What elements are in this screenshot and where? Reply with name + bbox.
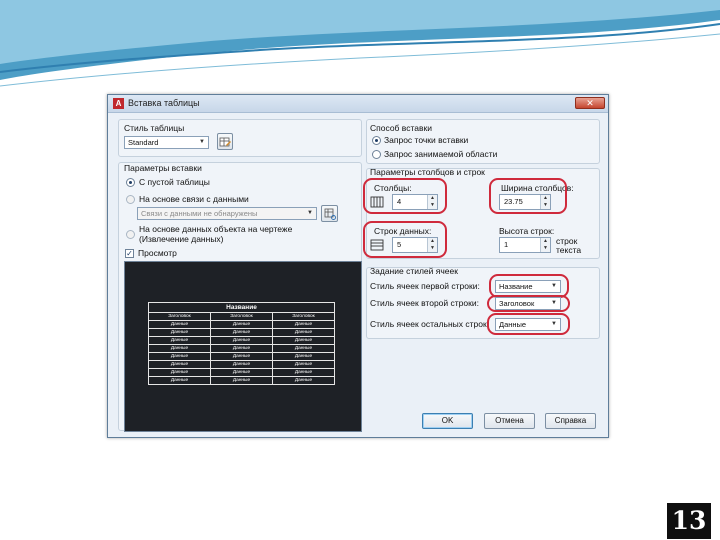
preview-data-cell: Данные	[272, 344, 335, 353]
row-height-value: 1	[504, 240, 509, 249]
data-rows-label: Строк данных:	[374, 226, 432, 236]
chevron-down-icon: ▼	[551, 321, 557, 327]
data-link-icon	[324, 208, 336, 220]
preview-label: Просмотр	[138, 248, 177, 258]
data-link-radio[interactable]	[126, 195, 135, 204]
data-link-placeholder: Связи с данными не обнаружены	[141, 209, 258, 218]
preview-data-cell: Данные	[272, 376, 335, 385]
preview-data-cell: Данные	[272, 328, 335, 337]
preview-data-cell: Данные	[210, 360, 273, 369]
other-rows-style-label: Стиль ячеек остальных строк:	[370, 319, 490, 329]
page-number: 13	[667, 503, 711, 539]
rows-icon	[370, 239, 384, 251]
chevron-down-icon: ▼	[199, 139, 205, 145]
preview-data-cell: Данные	[148, 360, 211, 369]
second-row-style-label: Стиль ячеек второй строки:	[370, 298, 479, 308]
preview-data-cell: Данные	[210, 376, 273, 385]
preview-data-cell: Данные	[210, 344, 273, 353]
spinner-arrows-icon[interactable]: ▲ ▼	[427, 195, 437, 209]
ok-button[interactable]: OK	[422, 413, 473, 429]
other-rows-style-select[interactable]: Данные ▼	[495, 318, 561, 331]
column-width-spinner[interactable]: 23.75 ▲ ▼	[499, 194, 551, 210]
help-button[interactable]: Справка	[545, 413, 596, 429]
preview-data-cell: Данные	[148, 336, 211, 345]
table-preview: Название Заголовок Заголовок Заголовок Д…	[124, 261, 362, 432]
object-data-label: На основе данных объекта на чертеже (Изв…	[139, 224, 293, 244]
chevron-down-icon: ▼	[307, 210, 313, 216]
preview-table: Название Заголовок Заголовок Заголовок Д…	[148, 302, 335, 385]
preview-data-cell: Данные	[148, 320, 211, 329]
data-link-select[interactable]: Связи с данными не обнаружены ▼	[137, 207, 317, 220]
autocad-app-icon: A	[113, 98, 124, 109]
preview-data-cell: Данные	[148, 328, 211, 337]
dialog-title: Вставка таблицы	[128, 98, 200, 108]
preview-data-cell: Данные	[210, 320, 273, 329]
table-style-select[interactable]: Standard ▼	[124, 136, 209, 149]
preview-table-title: Название	[148, 302, 335, 313]
first-row-style-value: Название	[499, 282, 533, 291]
insertion-point-label: Запрос точки вставки	[384, 135, 469, 145]
first-row-style-label: Стиль ячеек первой строки:	[370, 281, 480, 291]
preview-data-cell: Данные	[272, 368, 335, 377]
column-width-value: 23.75	[504, 197, 523, 206]
preview-data-cell: Данные	[210, 352, 273, 361]
preview-data-cell: Данные	[210, 368, 273, 377]
table-style-label: Стиль таблицы	[124, 123, 185, 133]
table-style-dialog-button[interactable]	[217, 133, 233, 150]
insertion-point-radio[interactable]	[372, 136, 381, 145]
preview-data-cell: Данные	[272, 336, 335, 345]
other-rows-style-value: Данные	[499, 320, 527, 329]
insert-method-label: Способ вставки	[370, 123, 432, 133]
chevron-down-icon: ▼	[551, 300, 557, 306]
preview-data-cell: Данные	[272, 360, 335, 369]
row-height-unit: строк текста	[556, 236, 582, 255]
preview-header-cell: Заголовок	[148, 312, 211, 321]
chevron-down-icon: ▼	[551, 283, 557, 289]
columns-value: 4	[397, 197, 402, 206]
cancel-button[interactable]: Отмена	[484, 413, 535, 429]
empty-table-label: С пустой таблицы	[139, 177, 210, 187]
preview-data-cell: Данные	[148, 368, 211, 377]
window-label: Запрос занимаемой области	[384, 149, 498, 159]
window-radio[interactable]	[372, 150, 381, 159]
columns-spinner[interactable]: 4 ▲ ▼	[392, 194, 438, 210]
empty-table-radio[interactable]	[126, 178, 135, 187]
insert-table-dialog: A Вставка таблицы ✕ Стиль таблицы Standa…	[107, 94, 609, 438]
data-link-manager-button[interactable]	[321, 205, 338, 222]
spinner-arrows-icon[interactable]: ▲ ▼	[427, 238, 437, 252]
preview-data-cell: Данные	[148, 344, 211, 353]
second-row-style-value: Заголовок	[499, 299, 535, 308]
table-style-icon	[219, 137, 231, 147]
dialog-titlebar: A Вставка таблицы ✕	[108, 95, 608, 113]
spinner-arrows-icon[interactable]: ▲ ▼	[540, 195, 550, 209]
preview-data-cell: Данные	[148, 376, 211, 385]
table-style-value: Standard	[128, 138, 159, 147]
insert-options-label: Параметры вставки	[124, 163, 202, 173]
cell-styles-label: Задание стилей ячеек	[370, 266, 458, 276]
preview-data-cell: Данные	[272, 352, 335, 361]
object-data-radio[interactable]	[126, 230, 135, 239]
preview-header-cell: Заголовок	[272, 312, 335, 321]
columns-rows-label: Параметры столбцов и строк	[370, 167, 485, 177]
data-rows-spinner[interactable]: 5 ▲ ▼	[392, 237, 438, 253]
data-link-label: На основе связи с данными	[139, 194, 249, 204]
row-height-spinner[interactable]: 1 ▲ ▼	[499, 237, 551, 253]
columns-icon	[370, 196, 384, 208]
columns-label: Столбцы:	[374, 183, 412, 193]
preview-data-cell: Данные	[210, 336, 273, 345]
row-height-label: Высота строк:	[499, 226, 555, 236]
spinner-arrows-icon[interactable]: ▲ ▼	[540, 238, 550, 252]
first-row-style-select[interactable]: Название ▼	[495, 280, 561, 293]
preview-checkbox[interactable]: ✓	[125, 249, 134, 258]
close-button[interactable]: ✕	[575, 97, 605, 109]
preview-data-cell: Данные	[210, 328, 273, 337]
preview-header-cell: Заголовок	[210, 312, 273, 321]
preview-data-cell: Данные	[148, 352, 211, 361]
data-rows-value: 5	[397, 240, 402, 249]
second-row-style-select[interactable]: Заголовок ▼	[495, 297, 561, 310]
column-width-label: Ширина столбцов:	[501, 183, 574, 193]
preview-data-cell: Данные	[272, 320, 335, 329]
